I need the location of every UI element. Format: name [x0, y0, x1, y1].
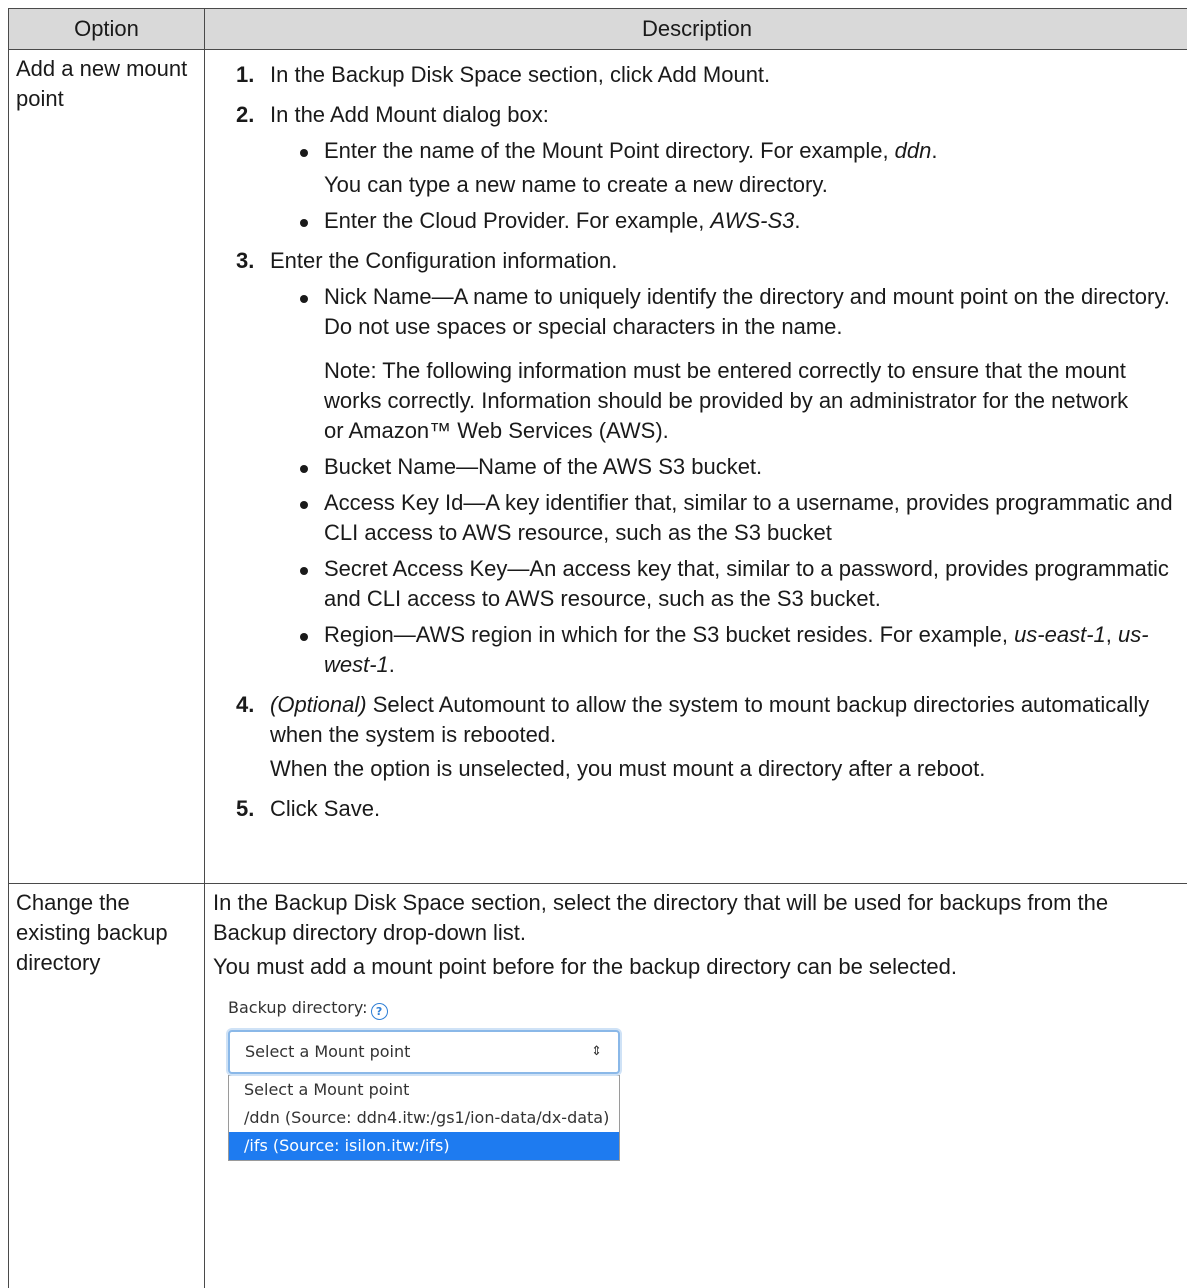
step-3: 3. Enter the Configuration information. N… — [213, 246, 1181, 680]
bullet-list: Nick Name—A name to uniquely identify th… — [270, 282, 1181, 680]
text: drop-down list. — [377, 920, 526, 945]
ui-term: Backup directory — [213, 920, 377, 945]
text: Enter the — [324, 208, 419, 233]
step-number: 1. — [236, 60, 254, 90]
bullet-mount-point-directory: Enter the name of the Mount Point direct… — [270, 136, 1181, 200]
step-4: 4.(Optional) Select Automount to allow t… — [213, 690, 1181, 784]
text: —A name to uniquely identify the directo… — [324, 284, 1170, 339]
select-arrows-icon: ⇕ — [591, 1032, 602, 1072]
bullet-dot-icon — [300, 295, 308, 303]
dropdown-option[interactable]: Select a Mount point — [229, 1076, 619, 1104]
text: —AWS region in which for the S3 bucket r… — [394, 622, 1014, 647]
note: Note: The following information must be … — [324, 356, 1181, 446]
field-term: Secret Access Key — [324, 556, 507, 581]
field-term: Region — [324, 622, 394, 647]
backup-directory-widget: Backup directory:? Select a Mount point ⇕… — [228, 996, 1181, 1161]
text: section, click — [522, 62, 658, 87]
text: Enter the — [270, 248, 365, 273]
description-add-mount-point: 1. In the Backup Disk Space section, clic… — [205, 50, 1187, 884]
steps-list: 1. In the Backup Disk Space section, clic… — [213, 60, 1181, 824]
bullet-region: Region—AWS region in which for the S3 bu… — [270, 620, 1181, 680]
table-header-row: Option Description — [9, 9, 1187, 50]
bullet-bucket-name: Bucket Name—Name of the AWS S3 bucket. — [270, 452, 1181, 482]
step-number: 4. — [236, 690, 254, 720]
bullet-nick-name: Nick Name—A name to uniquely identify th… — [270, 282, 1181, 446]
example-value: AWS-S3 — [710, 208, 794, 233]
ui-term: Add Mount — [330, 102, 436, 127]
text: In the — [270, 102, 330, 127]
ui-term: Add Mount — [658, 62, 764, 87]
backup-directory-label: Backup directory:? — [228, 996, 1181, 1020]
step-2: 2. In the Add Mount dialog box: Enter the… — [213, 100, 1181, 236]
text: . — [931, 138, 937, 163]
text: . — [764, 62, 770, 87]
ui-term: Backup Disk Space — [274, 890, 465, 915]
text: Click — [270, 796, 324, 821]
bullet-dot-icon — [300, 465, 308, 473]
field-term: Nick Name — [324, 284, 432, 309]
example-value: ddn — [895, 138, 932, 163]
step-number: 2. — [236, 100, 254, 130]
help-icon[interactable]: ? — [371, 1003, 388, 1020]
option-change-backup-directory: Change the existing backup directory — [9, 884, 205, 1288]
text: In the — [270, 62, 331, 87]
ui-term: Backup Disk Space — [331, 62, 522, 87]
options-table: Option Description Add a new mount point… — [8, 8, 1187, 1288]
bullet-dot-icon — [300, 567, 308, 575]
paragraph: In the Backup Disk Space section, select… — [213, 888, 1181, 948]
header-option: Option — [9, 9, 205, 50]
backup-directory-select[interactable]: Select a Mount point ⇕ — [228, 1030, 620, 1074]
dropdown-option[interactable]: /ddn (Source: ddn4.itw:/gs1/ion-data/dx-… — [229, 1104, 619, 1132]
bullet-secret-access-key: Secret Access Key—An access key that, si… — [270, 554, 1181, 614]
example-value: us-east-1 — [1014, 622, 1106, 647]
text: —Name of the AWS S3 bucket. — [456, 454, 762, 479]
text: . For example, — [748, 138, 895, 163]
text: , — [1106, 622, 1118, 647]
ui-term: Mount Point directory — [542, 138, 748, 163]
field-term: Bucket Name — [324, 454, 456, 479]
note-text: The following information must be entere… — [324, 358, 1128, 443]
dropdown-list: Select a Mount point /ddn (Source: ddn4.… — [228, 1075, 620, 1161]
text: dialog box: — [436, 102, 549, 127]
bullet-access-key-id: Access Key Id—A key identifier that, sim… — [270, 488, 1181, 548]
option-add-mount-point: Add a new mount point — [9, 50, 205, 884]
ui-term: Cloud Provider — [419, 208, 563, 233]
table-row: Add a new mount point 1. In the Backup Di… — [9, 50, 1187, 884]
ui-term: Save — [324, 796, 374, 821]
ui-term: Configuration — [365, 248, 496, 273]
optional-label: (Optional) — [270, 692, 367, 717]
text: In the — [213, 890, 274, 915]
dropdown-option-selected[interactable]: /ifs (Source: isilon.itw:/ifs) — [229, 1132, 619, 1160]
label-text: Backup directory: — [228, 998, 368, 1017]
description-change-backup-directory: In the Backup Disk Space section, select… — [205, 884, 1187, 1288]
ui-term: Automount — [439, 692, 545, 717]
text: . For example, — [564, 208, 711, 233]
select-value: Select a Mount point — [245, 1042, 410, 1061]
bullet-dot-icon — [300, 219, 308, 227]
text: . — [794, 208, 800, 233]
text: information. — [496, 248, 617, 273]
step-1: 1. In the Backup Disk Space section, clic… — [213, 60, 1181, 90]
note-label: Note: — [324, 358, 377, 383]
step-5: 5. Click Save. — [213, 794, 1181, 824]
paragraph: You must add a mount point before for th… — [213, 952, 1181, 982]
sub-text: You can type a new name to create a new … — [324, 170, 1181, 200]
bullet-cloud-provider: Enter the Cloud Provider. For example, A… — [270, 206, 1181, 236]
sub-text: When the option is unselected, you must … — [270, 754, 1181, 784]
bullet-dot-icon — [300, 501, 308, 509]
step-number: 3. — [236, 246, 254, 276]
bullet-dot-icon — [300, 149, 308, 157]
text: . — [374, 796, 380, 821]
text: Select — [367, 692, 439, 717]
table-row: Change the existing backup directory In … — [9, 884, 1187, 1288]
bullet-dot-icon — [300, 633, 308, 641]
text: section, select the directory that will … — [465, 890, 1108, 915]
field-term: Access Key Id — [324, 490, 463, 515]
header-description: Description — [205, 9, 1187, 50]
text: Enter the name of the — [324, 138, 542, 163]
step-number: 5. — [236, 794, 254, 824]
bullet-list: Enter the name of the Mount Point direct… — [270, 136, 1181, 236]
text: . — [389, 652, 395, 677]
